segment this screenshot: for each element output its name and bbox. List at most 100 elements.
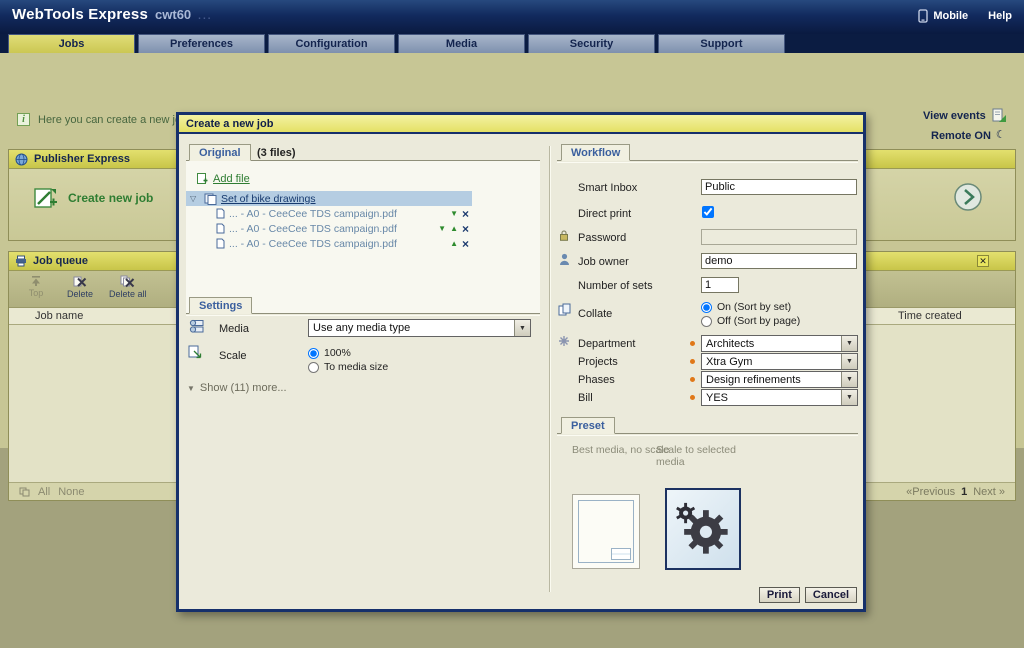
screen: WebTools Express cwt60 ... Mobile Help J… — [0, 0, 1024, 648]
file-row[interactable]: ... - A0 - CeeCee TDS campaign.pdf ▼ × — [186, 206, 472, 221]
delete-all-button[interactable]: Delete all — [105, 274, 151, 299]
collate-off-radio[interactable] — [701, 316, 712, 327]
dropdown-arrow-icon: ▼ — [841, 354, 857, 369]
smart-inbox-input[interactable] — [701, 179, 857, 195]
create-new-job-button[interactable]: Create new job — [33, 186, 153, 210]
move-down-icon[interactable]: ▼ — [438, 224, 446, 234]
media-selected-value: Use any media type — [309, 320, 514, 336]
department-select[interactable]: Architects ▼ — [701, 335, 858, 352]
moon-icon: ☾ — [996, 129, 1006, 142]
remote-label: Remote ON — [931, 130, 991, 142]
scale-100-radio[interactable] — [308, 348, 319, 359]
show-more-link[interactable]: ▼ Show (11) more... — [187, 382, 287, 394]
collate-off-label: Off (Sort by page) — [717, 315, 800, 327]
show-more-label: Show (11) more... — [200, 382, 287, 394]
chevron-down-icon: ▼ — [187, 384, 195, 393]
section-tab-workflow: Workflow — [561, 144, 630, 161]
delete-icon — [73, 275, 87, 288]
top-button-label: Top — [29, 288, 44, 298]
top-bar: WebTools Express cwt60 ... Mobile Help — [0, 0, 1024, 34]
remove-file-icon[interactable]: × — [462, 223, 469, 235]
collate-on-radio[interactable] — [701, 302, 712, 313]
scale-media-size-radio[interactable] — [308, 362, 319, 373]
scale-option-media-size[interactable]: To media size — [308, 361, 388, 373]
file-name: ... - A0 - CeeCee TDS campaign.pdf — [229, 223, 434, 235]
tab-jobs[interactable]: Jobs — [8, 34, 135, 53]
preset-thumbnail-best-media[interactable] — [572, 494, 640, 569]
top-button[interactable]: Top — [17, 274, 55, 298]
phases-label: Phases — [578, 374, 615, 386]
preset-thumbnail-scale-to-media[interactable] — [665, 488, 741, 570]
panel-close-icon[interactable]: ✕ — [977, 255, 989, 267]
projects-selected-value: Xtra Gym — [702, 354, 841, 369]
move-up-icon[interactable]: ▲ — [450, 224, 458, 234]
media-select[interactable]: Use any media type ▼ — [308, 319, 531, 337]
cancel-button[interactable]: Cancel — [805, 587, 857, 603]
remove-file-icon[interactable]: × — [462, 238, 469, 250]
required-dot — [690, 341, 695, 346]
scale-media-size-label: To media size — [324, 361, 388, 373]
pagination-page: 1 — [961, 486, 967, 498]
view-events-label: View events — [923, 110, 986, 122]
view-events-link[interactable]: View events — [923, 108, 1007, 123]
original-file-list: Add file ▽ Set of bike drawings ... - A0… — [186, 161, 540, 314]
direct-print-checkbox[interactable] — [702, 206, 714, 218]
tab-media[interactable]: Media — [398, 34, 525, 53]
select-none-link[interactable]: None — [58, 486, 84, 498]
expander-icon[interactable]: ▽ — [190, 194, 200, 203]
circle-arrow-icon — [953, 182, 983, 212]
delete-button-label: Delete — [67, 289, 93, 299]
collate-on-label: On (Sort by set) — [717, 301, 791, 313]
remote-toggle[interactable]: Remote ON ☾ — [931, 129, 1006, 142]
pagination-previous[interactable]: «Previous — [906, 486, 955, 498]
column-time-created[interactable]: Time created — [898, 310, 962, 322]
main-tabs: Jobs Preferences Configuration Media Sec… — [0, 34, 1024, 53]
mobile-link[interactable]: Mobile — [918, 9, 968, 23]
add-file-link[interactable]: Add file — [196, 172, 250, 185]
bill-select[interactable]: YES ▼ — [701, 389, 858, 406]
delete-button[interactable]: Delete — [61, 274, 99, 299]
top-nav: Mobile Help — [918, 9, 1012, 23]
brand-dots: ... — [198, 11, 212, 22]
select-all-link[interactable]: All — [38, 486, 50, 498]
publisher-forward-button[interactable] — [953, 182, 983, 217]
projects-select[interactable]: Xtra Gym ▼ — [701, 353, 858, 370]
collate-off-option[interactable]: Off (Sort by page) — [701, 315, 800, 327]
dropdown-arrow-icon: ▼ — [841, 336, 857, 351]
collate-on-option[interactable]: On (Sort by set) — [701, 301, 791, 313]
file-group-row[interactable]: ▽ Set of bike drawings — [186, 191, 472, 206]
file-row[interactable]: ... - A0 - CeeCee TDS campaign.pdf ▼ ▲ × — [186, 221, 472, 236]
print-button[interactable]: Print — [759, 587, 800, 603]
app-title: WebTools Express — [12, 6, 148, 23]
person-icon — [559, 253, 570, 266]
dropdown-arrow-icon: ▼ — [514, 320, 530, 336]
smart-inbox-label: Smart Inbox — [578, 182, 637, 194]
tab-configuration[interactable]: Configuration — [268, 34, 395, 53]
file-name: ... - A0 - CeeCee TDS campaign.pdf — [229, 238, 446, 250]
delete-all-icon — [120, 275, 135, 288]
pagination: «Previous 1 Next » — [906, 486, 1005, 498]
app-host: cwt60 — [155, 7, 191, 22]
media-icon — [188, 319, 204, 334]
tab-security[interactable]: Security — [528, 34, 655, 53]
pagination-next[interactable]: Next » — [973, 486, 1005, 498]
select-all-icon — [19, 487, 30, 497]
job-owner-input[interactable] — [701, 253, 857, 269]
phases-select[interactable]: Design refinements ▼ — [701, 371, 858, 388]
publisher-express-title: Publisher Express — [34, 153, 130, 165]
column-job-name[interactable]: Job name — [35, 310, 83, 322]
remove-file-icon[interactable]: × — [462, 208, 469, 220]
tab-preferences[interactable]: Preferences — [138, 34, 265, 53]
file-row[interactable]: ... - A0 - CeeCee TDS campaign.pdf ▲ × — [186, 236, 472, 251]
move-up-icon[interactable]: ▲ — [450, 239, 458, 249]
scale-option-100[interactable]: 100% — [308, 347, 351, 359]
file-group-name[interactable]: Set of bike drawings — [221, 193, 316, 205]
move-down-icon[interactable]: ▼ — [450, 209, 458, 219]
bill-label: Bill — [578, 392, 593, 404]
column-divider — [549, 146, 551, 592]
help-label: Help — [988, 10, 1012, 22]
number-of-sets-input[interactable] — [701, 277, 739, 293]
tab-support[interactable]: Support — [658, 34, 785, 53]
move-to-top-icon — [30, 275, 42, 287]
help-link[interactable]: Help — [988, 10, 1012, 22]
